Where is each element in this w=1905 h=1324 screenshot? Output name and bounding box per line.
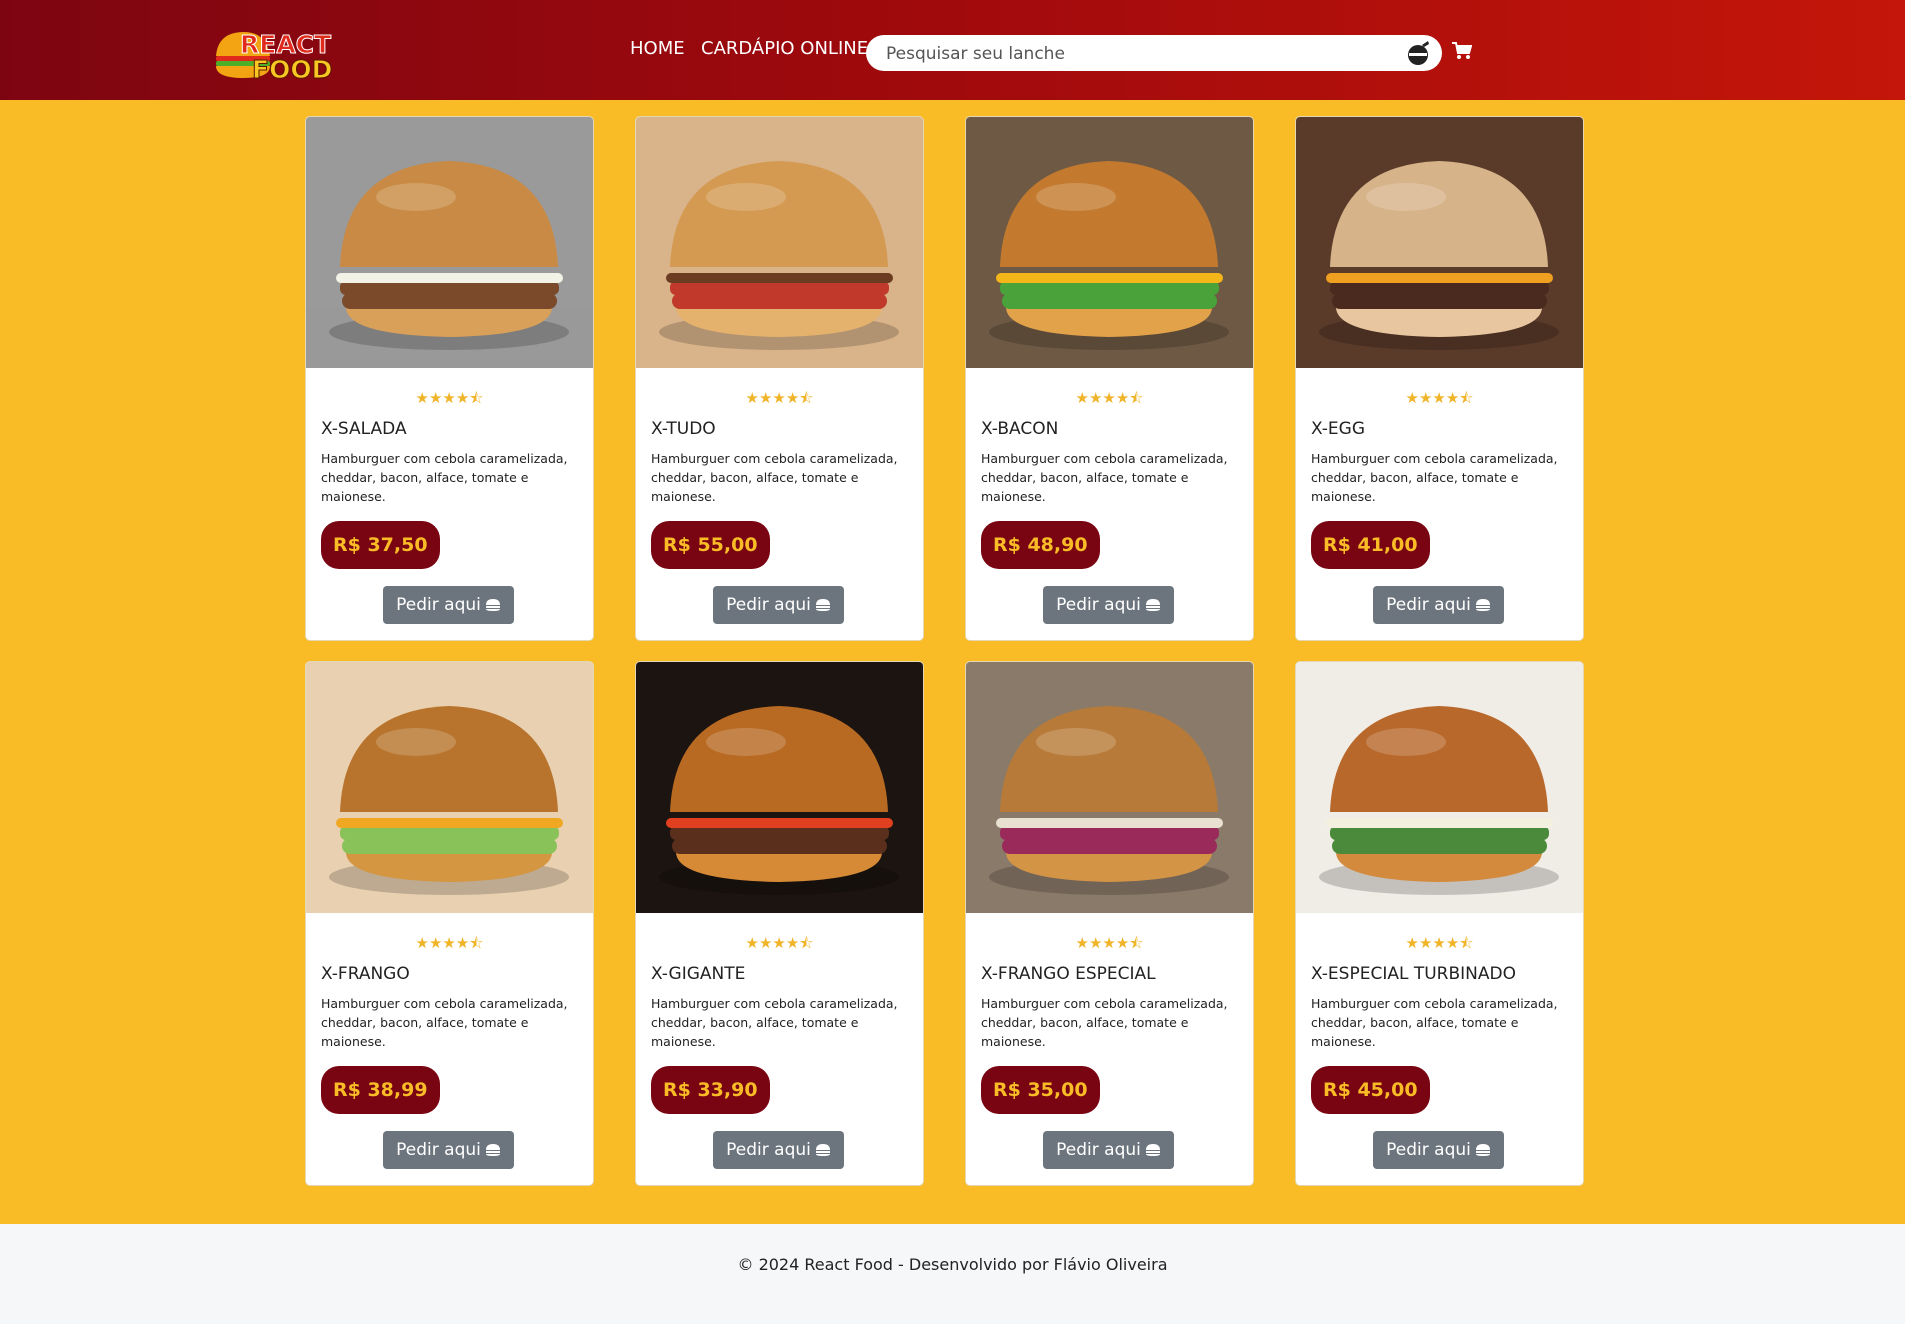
product-description: Hamburguer com cebola caramelizada, ched… bbox=[1311, 451, 1558, 504]
order-button[interactable]: Pedir aqui bbox=[1373, 586, 1504, 624]
product-description: Hamburguer com cebola caramelizada, ched… bbox=[321, 451, 568, 504]
search-input[interactable] bbox=[884, 39, 1388, 69]
shopping-cart-icon[interactable] bbox=[1452, 42, 1473, 60]
rating-stars: ★★★★⯪ bbox=[415, 389, 484, 407]
rating-stars: ★★★★⯪ bbox=[1405, 934, 1474, 952]
burger-icon bbox=[485, 588, 501, 611]
price-badge: R$ 48,90 bbox=[981, 521, 1100, 569]
order-button-label: Pedir aqui bbox=[1056, 595, 1141, 615]
react-food-logo[interactable]: REACT FOOD bbox=[214, 26, 342, 86]
product-image bbox=[306, 117, 593, 368]
product-description: Hamburguer com cebola caramelizada, ched… bbox=[1311, 996, 1558, 1049]
burger-icon bbox=[1145, 1133, 1161, 1156]
product-description: Hamburguer com cebola caramelizada, ched… bbox=[321, 996, 568, 1049]
product-card: ★★★★⯪ X-FRANGO ESPECIAL Hamburguer com c… bbox=[965, 661, 1254, 1186]
order-button[interactable]: Pedir aqui bbox=[713, 586, 844, 624]
price-badge: R$ 38,99 bbox=[321, 1066, 440, 1114]
price-badge: R$ 55,00 bbox=[651, 521, 770, 569]
product-description: Hamburguer com cebola caramelizada, ched… bbox=[981, 451, 1228, 504]
product-card: ★★★★⯪ X-EGG Hamburguer com cebola carame… bbox=[1295, 116, 1584, 641]
burger-icon bbox=[1475, 588, 1491, 611]
order-button[interactable]: Pedir aqui bbox=[1043, 586, 1174, 624]
product-description: Hamburguer com cebola caramelizada, ched… bbox=[651, 451, 898, 504]
product-name: X-ESPECIAL TURBINADO bbox=[1311, 964, 1516, 984]
svg-text:FOOD: FOOD bbox=[252, 55, 332, 84]
order-button[interactable]: Pedir aqui bbox=[1373, 1131, 1504, 1169]
product-image bbox=[1296, 117, 1583, 368]
order-button-label: Pedir aqui bbox=[396, 595, 481, 615]
rating-stars: ★★★★⯪ bbox=[415, 934, 484, 952]
order-button[interactable]: Pedir aqui bbox=[713, 1131, 844, 1169]
product-image bbox=[966, 117, 1253, 368]
rating-stars: ★★★★⯪ bbox=[1075, 389, 1144, 407]
product-name: X-FRANGO bbox=[321, 964, 410, 984]
navbar: REACT FOOD HOME CARDÁPIO ONLINE bbox=[0, 0, 1905, 100]
product-name: X-TUDO bbox=[651, 419, 716, 439]
order-button[interactable]: Pedir aqui bbox=[1043, 1131, 1174, 1169]
order-button[interactable]: Pedir aqui bbox=[383, 586, 514, 624]
product-card: ★★★★⯪ X-GIGANTE Hamburguer com cebola ca… bbox=[635, 661, 924, 1186]
burger-search-icon[interactable] bbox=[1406, 41, 1432, 65]
burger-icon bbox=[1475, 1133, 1491, 1156]
rating-stars: ★★★★⯪ bbox=[745, 934, 814, 952]
nav-cardapio-online[interactable]: CARDÁPIO ONLINE bbox=[701, 38, 868, 59]
price-badge: R$ 41,00 bbox=[1311, 521, 1430, 569]
footer: © 2024 React Food - Desenvolvido por Flá… bbox=[0, 1224, 1905, 1324]
rating-stars: ★★★★⯪ bbox=[745, 389, 814, 407]
product-name: X-FRANGO ESPECIAL bbox=[981, 964, 1156, 984]
order-button-label: Pedir aqui bbox=[1386, 595, 1471, 615]
price-badge: R$ 37,50 bbox=[321, 521, 440, 569]
order-button-label: Pedir aqui bbox=[396, 1140, 481, 1160]
footer-copyright: © 2024 React Food - Desenvolvido por Flá… bbox=[737, 1255, 1168, 1274]
rating-stars: ★★★★⯪ bbox=[1405, 389, 1474, 407]
product-name: X-EGG bbox=[1311, 419, 1366, 439]
product-card: ★★★★⯪ X-SALADA Hamburguer com cebola car… bbox=[305, 116, 594, 641]
product-name: X-GIGANTE bbox=[651, 964, 746, 984]
price-badge: R$ 33,90 bbox=[651, 1066, 770, 1114]
product-image bbox=[1296, 662, 1583, 913]
burger-icon bbox=[485, 1133, 501, 1156]
product-image bbox=[636, 662, 923, 913]
product-description: Hamburguer com cebola caramelizada, ched… bbox=[651, 996, 898, 1049]
price-badge: R$ 35,00 bbox=[981, 1066, 1100, 1114]
order-button-label: Pedir aqui bbox=[726, 1140, 811, 1160]
burger-icon bbox=[815, 588, 831, 611]
product-image bbox=[636, 117, 923, 368]
order-button[interactable]: Pedir aqui bbox=[383, 1131, 514, 1169]
nav-home[interactable]: HOME bbox=[630, 38, 685, 59]
product-name: X-SALADA bbox=[321, 419, 407, 439]
product-card: ★★★★⯪ X-FRANGO Hamburguer com cebola car… bbox=[305, 661, 594, 1186]
search-bar bbox=[866, 35, 1442, 71]
burger-icon bbox=[1145, 588, 1161, 611]
order-button-label: Pedir aqui bbox=[1056, 1140, 1141, 1160]
product-card: ★★★★⯪ X-TUDO Hamburguer com cebola caram… bbox=[635, 116, 924, 641]
rating-stars: ★★★★⯪ bbox=[1075, 934, 1144, 952]
product-card: ★★★★⯪ X-BACON Hamburguer com cebola cara… bbox=[965, 116, 1254, 641]
order-button-label: Pedir aqui bbox=[1386, 1140, 1471, 1160]
product-description: Hamburguer com cebola caramelizada, ched… bbox=[981, 996, 1228, 1049]
price-badge: R$ 45,00 bbox=[1311, 1066, 1430, 1114]
product-image bbox=[306, 662, 593, 913]
order-button-label: Pedir aqui bbox=[726, 595, 811, 615]
product-name: X-BACON bbox=[981, 419, 1059, 439]
product-image bbox=[966, 662, 1253, 913]
burger-icon bbox=[815, 1133, 831, 1156]
product-card: ★★★★⯪ X-ESPECIAL TURBINADO Hamburguer co… bbox=[1295, 661, 1584, 1186]
